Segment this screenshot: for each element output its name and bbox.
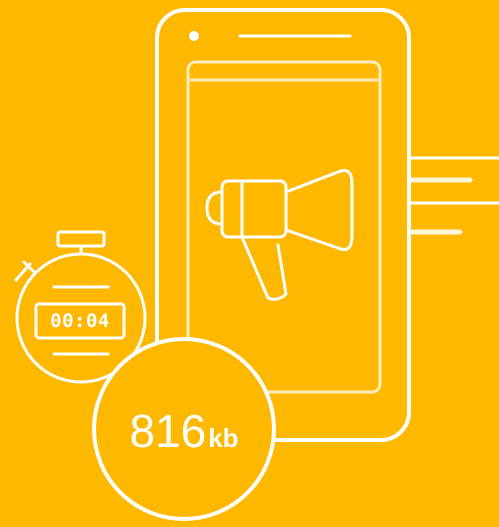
promo-illustration: 00:04 816kb — [0, 0, 499, 527]
stopwatch-crown — [56, 230, 106, 248]
file-size-value: 816 — [129, 405, 207, 457]
megaphone-body — [220, 179, 288, 239]
speed-lines — [407, 156, 499, 235]
file-size-label: 816kb — [92, 404, 276, 458]
file-size-unit: kb — [208, 423, 239, 453]
megaphone-horn — [284, 169, 354, 251]
megaphone-icon — [205, 169, 354, 301]
megaphone-grip — [240, 235, 288, 301]
stopwatch-time: 00:04 — [50, 310, 110, 332]
phone-camera — [189, 31, 199, 41]
megaphone-handle-back — [205, 190, 224, 226]
